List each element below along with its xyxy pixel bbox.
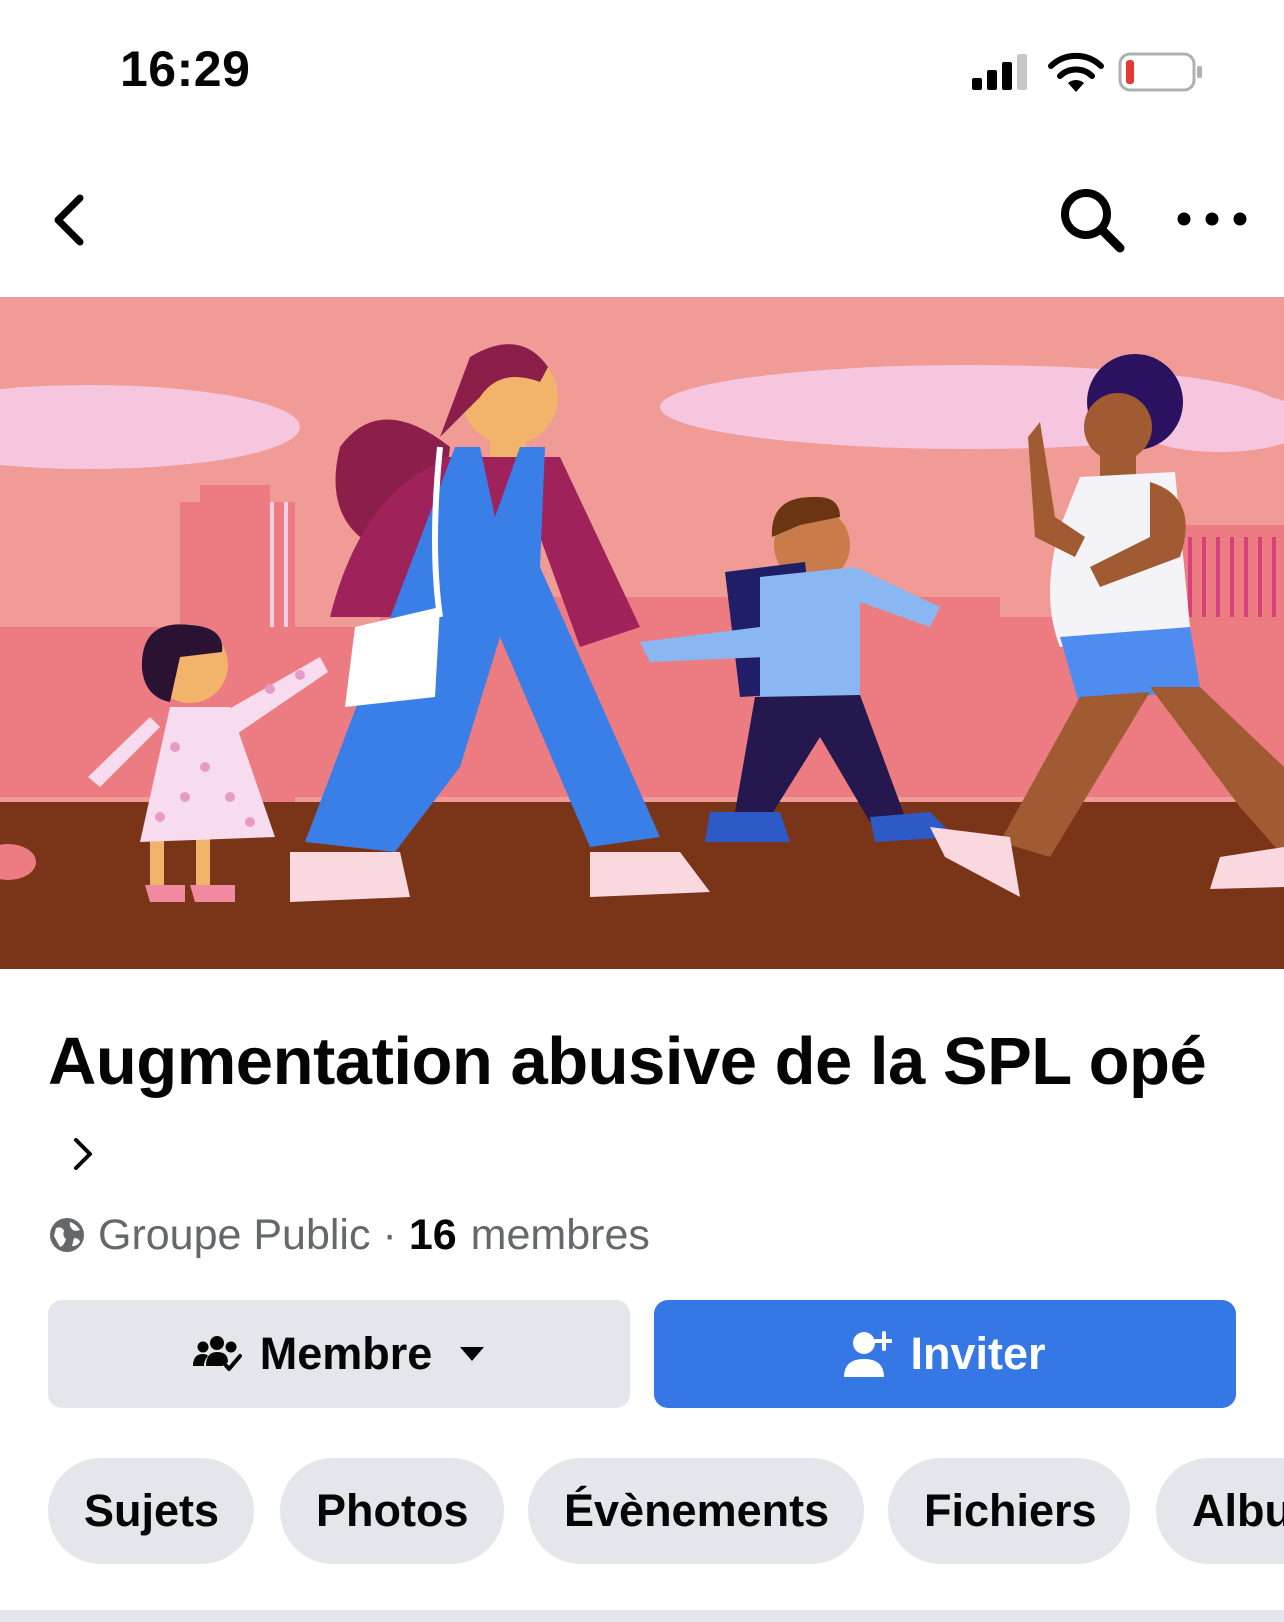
section-divider (0, 1610, 1284, 1622)
group-meta: Groupe Public · 16 membres (48, 1205, 650, 1265)
add-person-icon (844, 1331, 893, 1377)
more-options-icon[interactable] (1172, 194, 1252, 244)
invite-button-label: Inviter (910, 1328, 1046, 1379)
battery-low-icon (1118, 52, 1202, 92)
chevron-right-icon (74, 1138, 92, 1171)
group-title-text: Augmentation abusive de la SPL opé (48, 1024, 1207, 1099)
tab-fichiers[interactable]: Fichiers (888, 1458, 1130, 1564)
group-title[interactable]: Augmentation abusive de la SPL opé (48, 1018, 1248, 1194)
group-members-icon (192, 1336, 242, 1371)
tab-albums[interactable]: Albu (1156, 1458, 1284, 1564)
status-bar: 16:29 (0, 0, 1284, 140)
tab-photos[interactable]: Photos (280, 1458, 504, 1564)
globe-icon (50, 1218, 84, 1252)
status-time: 16:29 (120, 41, 251, 97)
cover-illustration (0, 297, 1284, 969)
back-chevron-icon[interactable] (40, 190, 100, 250)
wifi-icon (1048, 52, 1104, 92)
member-button[interactable]: Membre (48, 1300, 630, 1408)
search-icon[interactable] (1056, 184, 1128, 256)
member-count-label[interactable]: membres (471, 1211, 650, 1260)
cover-photo[interactable] (0, 297, 1284, 969)
invite-button[interactable]: Inviter (654, 1300, 1236, 1408)
member-button-label: Membre (259, 1328, 433, 1379)
group-tabs: Sujets Photos Évènements Fichiers Albu (0, 1458, 1284, 1564)
caret-down-icon (460, 1347, 485, 1361)
privacy-label: Groupe Public (98, 1210, 371, 1259)
member-count[interactable]: 16 (409, 1211, 457, 1260)
tab-evenements[interactable]: Évènements (528, 1458, 864, 1564)
cellular-signal-icon (972, 54, 1027, 90)
tab-sujets[interactable]: Sujets (48, 1458, 254, 1564)
nav-bar (0, 170, 1284, 270)
meta-separator: · (382, 1210, 397, 1259)
